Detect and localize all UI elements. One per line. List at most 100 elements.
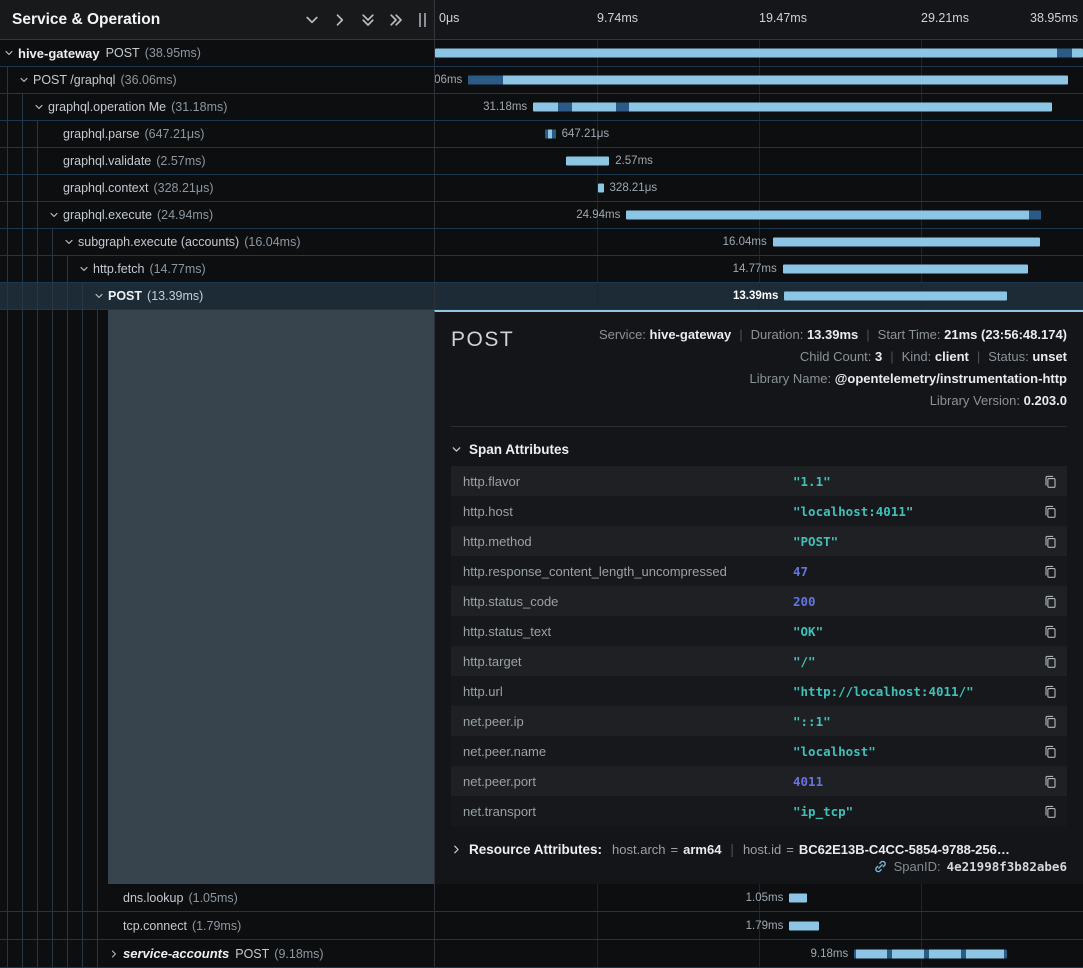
attribute-row: http.url"http://localhost:4011/" <box>451 676 1067 706</box>
span-name-cell[interactable]: graphql.execute(24.94ms) <box>0 202 434 228</box>
span-row[interactable]: POST(13.39ms)13.39ms <box>0 283 1083 310</box>
chevron-down-icon[interactable] <box>79 264 93 274</box>
timeline-gridline <box>597 256 598 282</box>
copy-icon[interactable] <box>1039 680 1061 702</box>
span-name-cell[interactable]: service-accountsPOST(9.18ms) <box>0 940 434 967</box>
chevron-down-icon[interactable] <box>4 48 18 58</box>
attribute-value: "OK" <box>793 624 1039 639</box>
span-duration: (16.04ms) <box>244 235 300 249</box>
chevron-down-icon[interactable] <box>49 210 63 220</box>
span-timeline-cell[interactable]: 38.95ms <box>434 40 1083 66</box>
span-bar[interactable] <box>854 949 1007 958</box>
copy-icon[interactable] <box>1039 710 1061 732</box>
copy-icon[interactable] <box>1039 770 1061 792</box>
span-attributes-toggle[interactable]: Span Attributes <box>451 442 1067 457</box>
span-row[interactable]: POST /graphql(36.06ms)36.06ms <box>0 67 1083 94</box>
span-timeline-cell[interactable]: 24.94ms <box>434 202 1083 228</box>
span-row[interactable]: graphql.operation Me(31.18ms)31.18ms <box>0 94 1083 121</box>
attribute-row: net.peer.ip"::1" <box>451 706 1067 736</box>
span-duration: (13.39ms) <box>147 289 203 303</box>
copy-icon[interactable] <box>1039 740 1061 762</box>
operation-name: graphql.context <box>63 181 148 195</box>
chevron-down-icon[interactable] <box>94 291 108 301</box>
span-timeline-cell[interactable]: 36.06ms <box>434 67 1083 93</box>
attribute-value: "http://localhost:4011/" <box>793 684 1039 699</box>
span-name-cell[interactable]: POST /graphql(36.06ms) <box>0 67 434 93</box>
detail-meta-line: Child Count: 3|Kind: client|Status: unse… <box>532 346 1067 368</box>
copy-icon[interactable] <box>1039 530 1061 552</box>
span-name-cell[interactable]: graphql.operation Me(31.18ms) <box>0 94 434 120</box>
bar-duration-label: 1.05ms <box>746 892 784 904</box>
span-timeline-cell[interactable]: 1.05ms <box>434 884 1083 911</box>
span-row[interactable]: service-accountsPOST(9.18ms)9.18ms <box>0 940 1083 968</box>
span-name: graphql.context(328.21μs) <box>0 181 434 195</box>
double-chevron-down-icon[interactable] <box>360 12 376 28</box>
copy-icon[interactable] <box>1039 620 1061 642</box>
span-timeline-cell[interactable]: 2.57ms <box>434 148 1083 174</box>
span-name-cell[interactable]: graphql.context(328.21μs) <box>0 175 434 201</box>
span-timeline-cell[interactable]: 13.39ms <box>434 283 1083 309</box>
span-bar[interactable] <box>784 292 1007 301</box>
span-bar[interactable] <box>789 893 806 902</box>
span-bar[interactable] <box>435 49 1083 58</box>
copy-icon[interactable] <box>1039 800 1061 822</box>
span-bar[interactable] <box>626 211 1041 220</box>
detail-meta: Service: hive-gateway|Duration: 13.39ms|… <box>532 322 1067 412</box>
span-bar[interactable] <box>468 76 1068 85</box>
span-timeline-cell[interactable]: 1.79ms <box>434 912 1083 939</box>
attribute-row: http.flavor"1.1" <box>451 466 1067 496</box>
span-name-cell[interactable]: graphql.parse(647.21μs) <box>0 121 434 147</box>
span-row[interactable]: tcp.connect(1.79ms)1.79ms <box>0 912 1083 940</box>
copy-icon[interactable] <box>1039 590 1061 612</box>
span-row[interactable]: graphql.context(328.21μs)328.21μs <box>0 175 1083 202</box>
resource-attributes-toggle[interactable]: Resource Attributes:host.arch=arm64|host… <box>451 842 1067 857</box>
span-name-cell[interactable]: tcp.connect(1.79ms) <box>0 912 434 939</box>
span-bar[interactable] <box>545 130 556 139</box>
span-row[interactable]: subgraph.execute (accounts)(16.04ms)16.0… <box>0 229 1083 256</box>
span-timeline-cell[interactable]: 31.18ms <box>434 94 1083 120</box>
span-bar[interactable] <box>533 103 1052 112</box>
span-row[interactable]: graphql.validate(2.57ms)2.57ms <box>0 148 1083 175</box>
span-timeline-cell[interactable]: 14.77ms <box>434 256 1083 282</box>
chevron-right-icon[interactable] <box>332 12 348 28</box>
span-timeline-cell[interactable]: 328.21μs <box>434 175 1083 201</box>
span-name-cell[interactable]: subgraph.execute (accounts)(16.04ms) <box>0 229 434 255</box>
span-name-cell[interactable]: dns.lookup(1.05ms) <box>0 884 434 911</box>
link-icon[interactable] <box>873 859 888 874</box>
span-name-cell[interactable]: POST(13.39ms) <box>0 283 434 309</box>
span-bar[interactable] <box>566 157 609 166</box>
span-bar[interactable] <box>598 184 603 193</box>
span-row[interactable]: graphql.parse(647.21μs)647.21μs <box>0 121 1083 148</box>
span-duration: (38.95ms) <box>145 46 201 60</box>
span-bar[interactable] <box>783 265 1029 274</box>
span-timeline-cell[interactable]: 647.21μs <box>434 121 1083 147</box>
copy-icon[interactable] <box>1039 650 1061 672</box>
span-name: service-accountsPOST(9.18ms) <box>0 946 434 961</box>
chevron-down-icon[interactable] <box>19 75 33 85</box>
column-resizer[interactable] <box>416 13 428 27</box>
chevron-down-icon[interactable] <box>64 237 78 247</box>
copy-icon[interactable] <box>1039 470 1061 492</box>
span-bar[interactable] <box>789 921 819 930</box>
span-row[interactable]: hive-gatewayPOST(38.95ms)38.95ms <box>0 40 1083 67</box>
span-name-cell[interactable]: hive-gatewayPOST(38.95ms) <box>0 40 434 66</box>
attribute-row: http.status_text"OK" <box>451 616 1067 646</box>
span-name: http.fetch(14.77ms) <box>0 262 434 276</box>
double-chevron-right-icon[interactable] <box>388 12 404 28</box>
span-timeline-cell[interactable]: 9.18ms <box>434 940 1083 967</box>
span-row[interactable]: http.fetch(14.77ms)14.77ms <box>0 256 1083 283</box>
chevron-down-icon[interactable] <box>304 12 320 28</box>
span-bar[interactable] <box>773 238 1040 247</box>
attribute-value: "ip_tcp" <box>793 804 1039 819</box>
detail-header: POSTService: hive-gateway|Duration: 13.3… <box>451 322 1067 412</box>
chevron-down-icon[interactable] <box>34 102 48 112</box>
span-row[interactable]: graphql.execute(24.94ms)24.94ms <box>0 202 1083 229</box>
span-timeline-cell[interactable]: 16.04ms <box>434 229 1083 255</box>
copy-icon[interactable] <box>1039 500 1061 522</box>
span-name-cell[interactable]: http.fetch(14.77ms) <box>0 256 434 282</box>
span-row[interactable]: dns.lookup(1.05ms) 1.05ms <box>0 884 1083 912</box>
selected-span-block[interactable] <box>108 310 434 884</box>
span-name-cell[interactable]: graphql.validate(2.57ms) <box>0 148 434 174</box>
copy-icon[interactable] <box>1039 560 1061 582</box>
chevron-right-icon[interactable] <box>109 949 123 959</box>
